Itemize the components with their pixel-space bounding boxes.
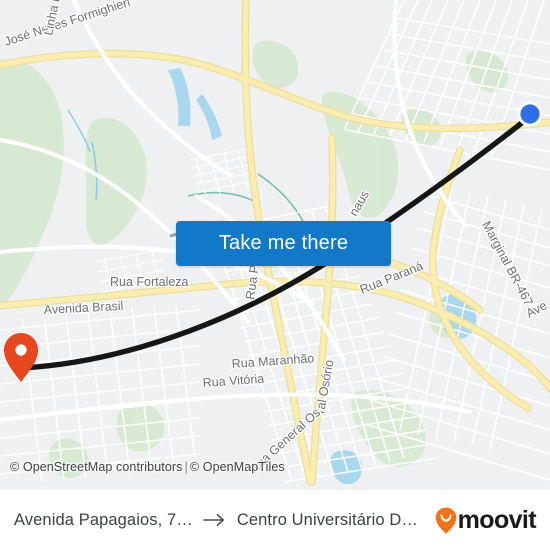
moovit-wordmark: moovit xyxy=(457,505,537,534)
moovit-route-map-card: José Neves Formighieri Linha Pinhal Rua Fo… xyxy=(0,0,550,550)
attribution-separator: | xyxy=(184,460,188,474)
origin-address-label: Avenida Papagaios, 7… xyxy=(14,510,193,529)
map-street-label-rua-fortaleza: Rua Fortaleza xyxy=(110,275,189,289)
attribution-tiles[interactable]: © OpenMapTiles xyxy=(190,460,285,474)
moovit-pin-icon xyxy=(435,507,456,534)
origin-pin-hole xyxy=(15,344,27,356)
destination-dot-core xyxy=(520,104,540,124)
destination-name-label: Centro Universitário De C… xyxy=(236,510,427,529)
destination-dot-marker[interactable] xyxy=(517,101,543,127)
map-attribution: © OpenStreetMap contributors | © OpenMapTi… xyxy=(10,460,285,474)
attribution-osm[interactable]: © OpenStreetMap contributors xyxy=(10,460,183,474)
route-footer-bar: Avenida Papagaios, 7… Centro Universitár… xyxy=(0,490,550,550)
moovit-logo[interactable]: moovit xyxy=(435,505,537,534)
route-summary: Avenida Papagaios, 7… Centro Universitár… xyxy=(14,511,427,530)
take-me-there-button[interactable]: Take me there xyxy=(176,221,391,266)
map-canvas[interactable]: José Neves Formighieri Linha Pinhal Rua Fo… xyxy=(0,0,550,490)
arrow-right-icon xyxy=(203,514,224,526)
